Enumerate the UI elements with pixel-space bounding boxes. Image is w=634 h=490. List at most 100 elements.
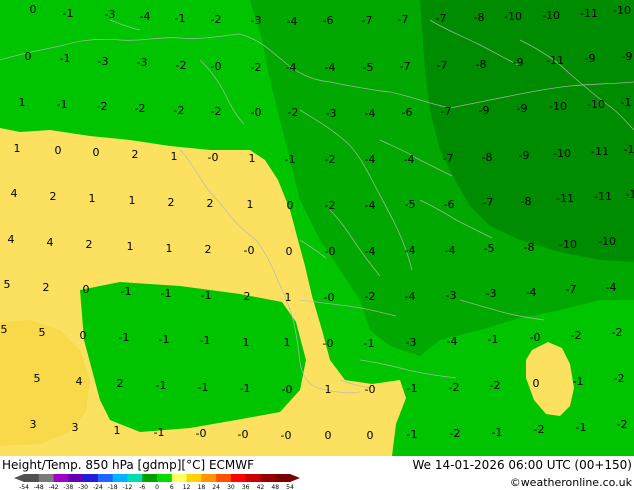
- temperature-label: -8: [476, 58, 487, 71]
- scale-tick-label: -30: [78, 484, 88, 490]
- temperature-label: -4: [287, 15, 298, 28]
- temperature-label: 1: [129, 194, 136, 207]
- temperature-label: 4: [47, 236, 54, 249]
- scale-swatch: [157, 474, 173, 482]
- temperature-label: -3: [98, 55, 109, 68]
- temperature-label: -6: [402, 106, 413, 119]
- temperature-label: 1: [127, 240, 134, 253]
- scale-swatch: [97, 474, 113, 482]
- temperature-label: -1: [407, 428, 418, 441]
- temperature-label: 1: [89, 192, 96, 205]
- temperature-label: 5: [39, 326, 46, 339]
- valid-time: We 14-01-2026 06:00 UTC (00+150): [412, 458, 632, 472]
- temperature-label: 5: [4, 278, 11, 291]
- temperature-label: -4: [447, 335, 458, 348]
- temperature-label: -2: [534, 423, 545, 436]
- temperature-label: -10: [549, 100, 567, 113]
- temperature-label: -4: [404, 153, 415, 166]
- temperature-label: -1: [200, 334, 211, 347]
- temperature-label: -1: [159, 333, 170, 346]
- temperature-label: -7: [483, 196, 494, 209]
- credit: ©weatheronline.co.uk: [510, 476, 633, 489]
- temperature-label: 0: [533, 377, 540, 390]
- temperature-label: -2: [288, 106, 299, 119]
- temperature-label: -9: [622, 50, 633, 63]
- temperature-label: -11: [594, 190, 612, 203]
- temperature-label: -1: [161, 287, 172, 300]
- scale-tick-label: 18: [198, 484, 206, 490]
- temperature-label: 0: [367, 429, 374, 442]
- footer: Height/Temp. 850 hPa [gdmp][°C] ECMWF We…: [0, 456, 634, 490]
- temperature-label: 1: [114, 424, 121, 437]
- temperature-label: -2: [174, 104, 185, 117]
- temperature-label: -1: [154, 426, 165, 439]
- scale-swatch: [24, 474, 40, 482]
- temperature-label: 2: [43, 281, 50, 294]
- temperature-label: -4: [365, 107, 376, 120]
- temperature-label: -7: [437, 59, 448, 72]
- temperature-label: 3: [30, 418, 37, 431]
- temperature-label: -11: [546, 54, 564, 67]
- temperature-label: 5: [1, 323, 8, 336]
- temperature-label: 1: [285, 291, 292, 304]
- temperature-label: -1: [60, 52, 71, 65]
- temperature-label: 2: [132, 148, 139, 161]
- scale-swatch: [201, 474, 217, 482]
- temperature-label: -9: [519, 149, 530, 162]
- scale-tick-label: 54: [286, 484, 294, 490]
- temperature-label: -4: [365, 245, 376, 258]
- temperature-label: -4: [405, 290, 416, 303]
- scale-tick-label: 0: [155, 484, 159, 490]
- temperature-label: -1: [621, 96, 632, 109]
- scale-swatch: [68, 474, 84, 482]
- temperature-label: 2: [244, 290, 251, 303]
- temperature-label: -10: [542, 9, 560, 22]
- temperature-label: -1: [626, 188, 634, 201]
- scale-swatch: [38, 474, 54, 482]
- temperature-label: -1: [492, 426, 503, 439]
- temperature-label: -3: [137, 56, 148, 69]
- temperature-label: -8: [474, 11, 485, 24]
- temperature-label: 0: [80, 329, 87, 342]
- temperature-label: 1: [243, 336, 250, 349]
- temperature-label: 1: [19, 96, 26, 109]
- temperature-label: -11: [580, 7, 598, 20]
- scale-tick-label: -54: [19, 484, 29, 490]
- temperature-label: -1: [573, 375, 584, 388]
- scale-swatch: [83, 474, 99, 482]
- temperature-label: -4: [405, 244, 416, 257]
- scale-swatch: [142, 474, 158, 482]
- temperature-label: -2: [449, 381, 460, 394]
- temperature-label: 4: [76, 375, 83, 388]
- temperature-label: -10: [504, 10, 522, 23]
- temperature-label: -2: [365, 290, 376, 303]
- temperature-label: -9: [513, 56, 524, 69]
- temperature-label: -4: [526, 286, 537, 299]
- temperature-label: 2: [168, 196, 175, 209]
- temperature-label: -0: [530, 331, 541, 344]
- temperature-label: -8: [482, 151, 493, 164]
- temperature-label: -3: [406, 336, 417, 349]
- temperature-label: -2: [614, 372, 625, 385]
- temperature-label: -1: [624, 143, 634, 156]
- temperature-label: 0: [287, 199, 294, 212]
- temperature-label: -0: [281, 429, 292, 442]
- temperature-label: -4: [606, 281, 617, 294]
- temperature-label: -1: [175, 12, 186, 25]
- scale-swatch: [245, 474, 261, 482]
- temperature-label: -0: [238, 428, 249, 441]
- temperature-label: -5: [363, 61, 374, 74]
- scale-tick-label: -12: [123, 484, 133, 490]
- scale-tick-label: -38: [63, 484, 73, 490]
- temperature-label: -1: [576, 421, 587, 434]
- scale-swatch: [112, 474, 128, 482]
- temperature-label: -2: [571, 329, 582, 342]
- temperature-label: -2: [176, 59, 187, 72]
- temperature-label: -10: [598, 235, 616, 248]
- temperature-label: -0: [244, 244, 255, 257]
- temperature-label: -3: [446, 289, 457, 302]
- temperature-label: -3: [251, 14, 262, 27]
- temperature-label: -11: [591, 145, 609, 158]
- temperature-label: 0: [286, 245, 293, 258]
- temperature-label: 2: [50, 190, 57, 203]
